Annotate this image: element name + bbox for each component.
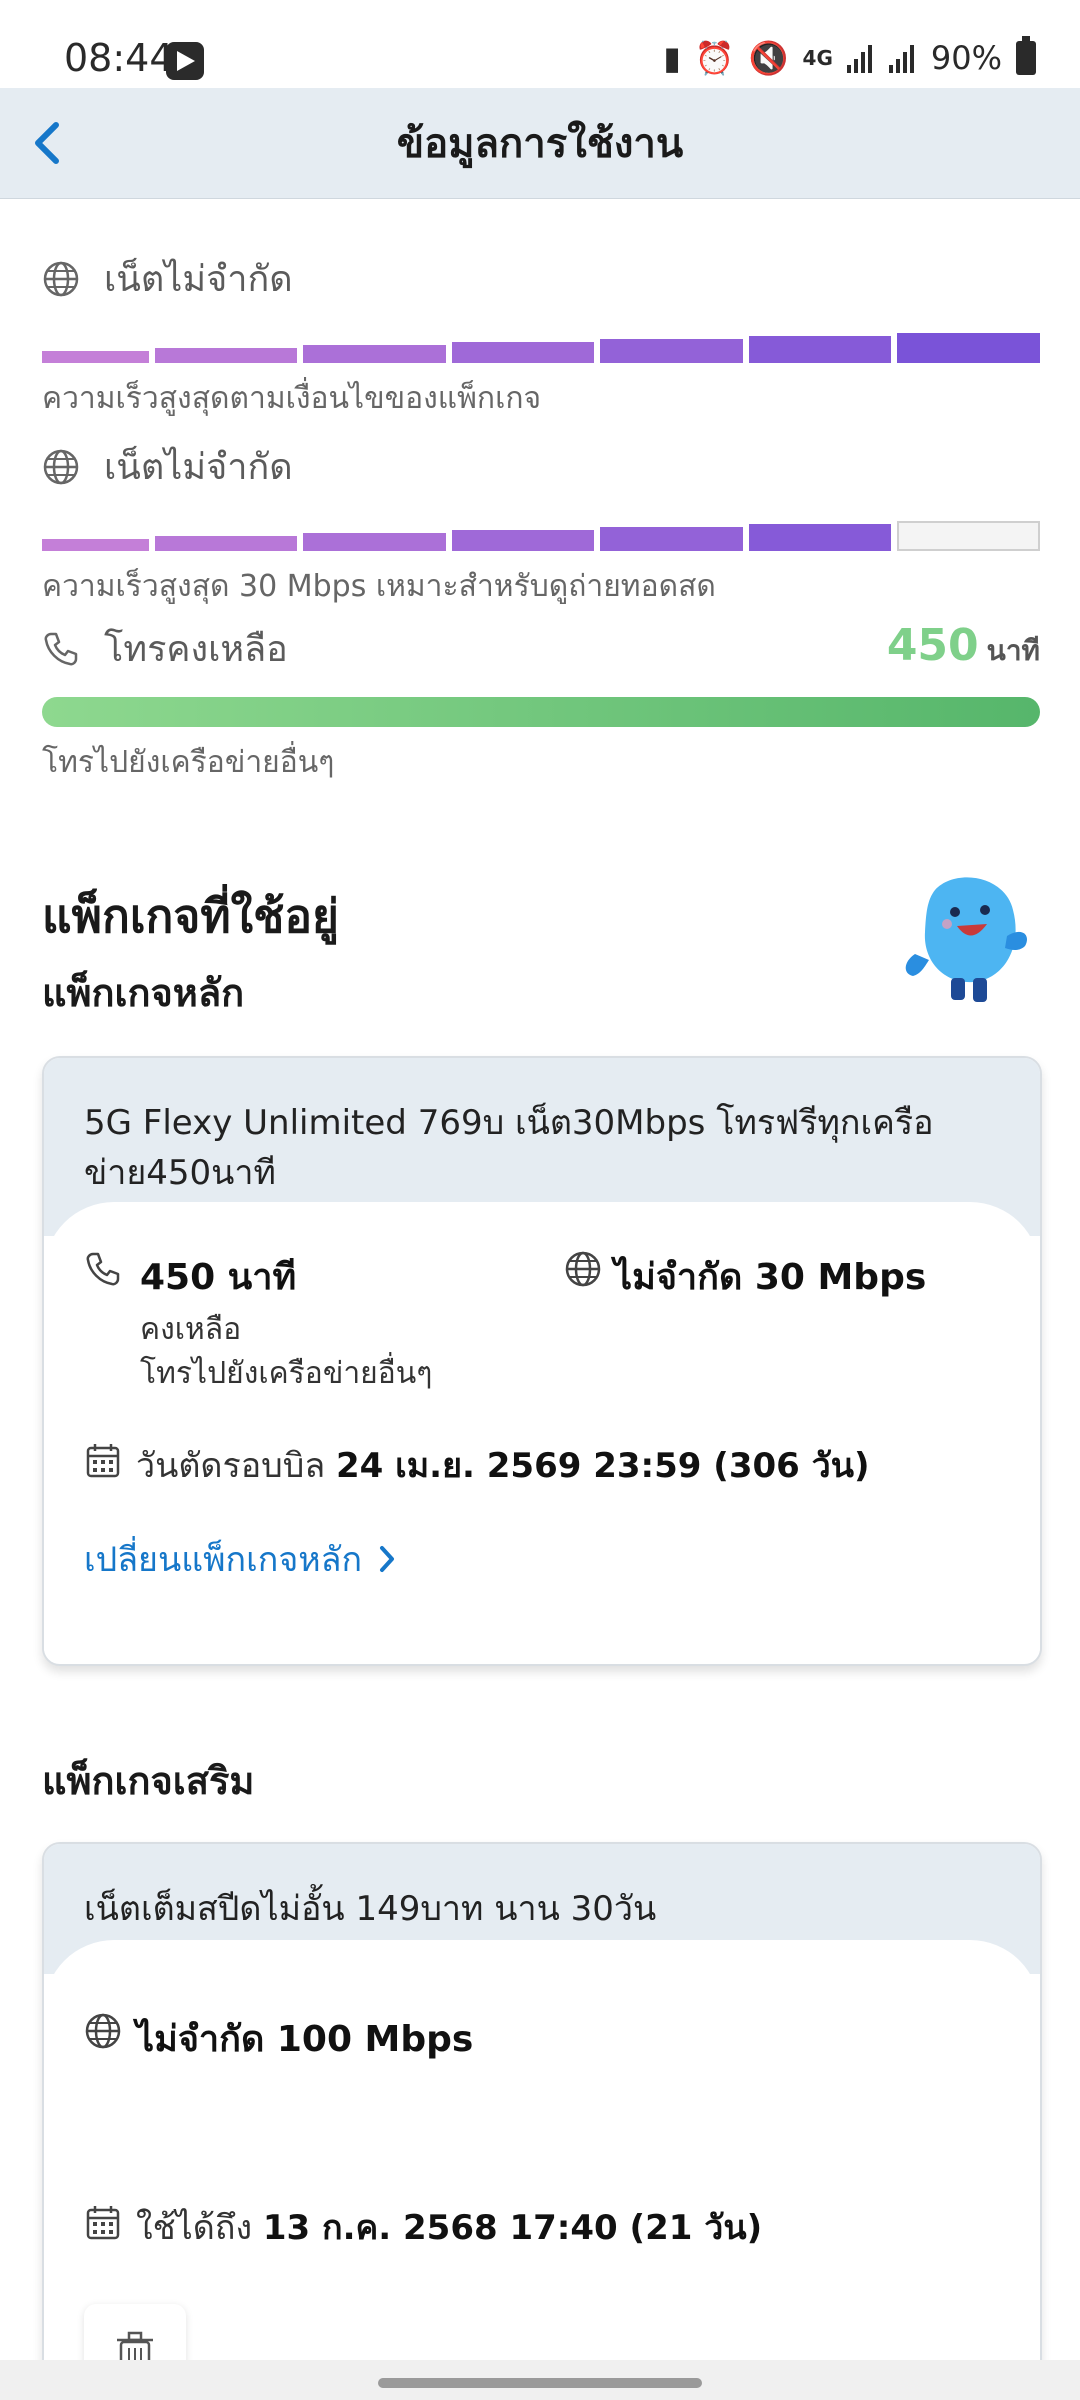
call-value: 450: [886, 620, 979, 671]
addon-valid-info: ใช้ได้ถึง 13 ก.ค. 2568 17:40 (21 วัน): [136, 2200, 762, 2254]
usage-segment: [42, 539, 149, 551]
usage-segment: [600, 339, 743, 363]
back-button[interactable]: [22, 116, 72, 170]
usage-segment: [748, 336, 892, 363]
app-header: ข้อมูลการใช้งาน: [0, 88, 1080, 199]
main-package-title: แพ็กเกจหลัก: [42, 971, 245, 1015]
internet-usage-bar: [42, 517, 1040, 551]
main-call-remaining: คงเหลือ: [140, 1312, 242, 1347]
network-type: 4G: [802, 46, 833, 70]
page-title: ข้อมูลการใช้งาน: [396, 121, 684, 167]
internet-label: เน็ตไม่จำกัด: [104, 447, 293, 488]
call-note: โทรไปยังเครือข่ายอื่นๆ: [42, 745, 335, 780]
billing-value: 24 เม.ย. 2569 23:59 (306 วัน): [336, 1446, 870, 1486]
usage-segment: [897, 521, 1040, 551]
internet-usage-bar: [42, 329, 1040, 363]
main-call-note: โทรไปยังเครือข่ายอื่นๆ: [140, 1356, 433, 1391]
main-package-card: 5G Flexy Unlimited 769บ เน็ต30Mbps โทรฟร…: [42, 1056, 1042, 1666]
change-main-package-label: เปลี่ยนแพ็กเกจหลัก: [84, 1540, 363, 1580]
internet-label: เน็ตไม่จำกัด: [104, 259, 293, 300]
mute-icon: 🔇: [748, 39, 789, 77]
calendar-icon: [86, 2206, 120, 2240]
billing-info: วันตัดรอบบิล 24 เม.ย. 2569 23:59 (306 วั…: [136, 1438, 870, 1492]
call-unit: นาที: [986, 634, 1040, 667]
calendar-icon: [86, 1444, 120, 1478]
battery-percent: 90%: [930, 39, 1002, 77]
packages-title: แพ็กเกจที่ใช้อยู่: [42, 889, 339, 943]
alarm-icon: ⏰: [694, 39, 735, 77]
change-main-package-link[interactable]: เปลี่ยนแพ็กเกจหลัก: [84, 1532, 396, 1586]
battery-saver-icon: ▮: [663, 39, 681, 77]
chevron-left-icon: [35, 122, 59, 164]
usage-segment: [154, 348, 298, 363]
globe-icon: [43, 449, 79, 484]
usage-segment: [897, 333, 1040, 363]
addon-valid-value: 13 ก.ค. 2568 17:40 (21 วัน): [262, 2208, 763, 2248]
globe-icon: [565, 1251, 601, 1287]
usage-segment: [154, 536, 298, 551]
battery-icon: [1016, 36, 1036, 75]
usage-segment: [600, 527, 743, 551]
internet-note: ความเร็วสูงสุด 30 Mbps เหมาะสำหรับดูถ่าย…: [42, 569, 716, 604]
home-handle[interactable]: [378, 2378, 702, 2388]
status-time: 08:44: [64, 36, 174, 80]
gesture-nav-bar: [0, 2360, 1080, 2400]
signal-icon-2: [888, 43, 917, 73]
call-usage-bar: [42, 697, 1040, 727]
usage-segment: [451, 342, 595, 363]
usage-segment: [451, 530, 595, 551]
usage-segment: [42, 351, 149, 363]
call-remaining: 450 นาที: [887, 620, 1040, 673]
usage-internet-1: เน็ตไม่จำกัด ความเร็วสูงสุดตามเงื่อนไขขอ…: [42, 250, 1040, 422]
usage-internet-2: เน็ตไม่จำกัด ความเร็วสูงสุด 30 Mbps เหมา…: [42, 438, 1040, 610]
status-bar: 08:44 ▮ ⏰ 🔇 4G 90%: [0, 0, 1080, 88]
phone-icon: [44, 632, 78, 665]
addon-valid-label: ใช้ได้ถึง: [136, 2208, 253, 2248]
main-call-amount: 450 นาที: [140, 1257, 297, 1298]
addon-package-title: แพ็กเกจเสริม: [42, 1759, 255, 1803]
main-data-amount: ไม่จำกัด 30 Mbps: [614, 1257, 927, 1298]
addon-data-amount: ไม่จำกัด 100 Mbps: [136, 2019, 474, 2060]
app-notification-icon: [166, 42, 204, 80]
addon-package-card: เน็ตเต็มสปีดไม่อั้น 149บาท นาน 30วัน ไม่…: [42, 1842, 1042, 2386]
internet-note: ความเร็วสูงสุดตามเงื่อนไขของแพ็กเกจ: [42, 381, 542, 416]
usage-segment: [748, 524, 892, 551]
usage-segment: [303, 533, 446, 551]
signal-icon: [846, 43, 875, 73]
globe-icon: [85, 2013, 121, 2049]
usage-call: โทรคงเหลือ 450 นาที โทรไปยังเครือข่ายอื่…: [42, 620, 1040, 786]
usage-segment: [303, 345, 446, 363]
billing-label: วันตัดรอบบิล: [136, 1446, 326, 1486]
mascot-image: [905, 877, 1027, 1002]
chevron-right-icon: [380, 1546, 395, 1572]
globe-icon: [43, 261, 79, 296]
phone-icon: [86, 1252, 120, 1286]
call-label: โทรคงเหลือ: [104, 629, 288, 670]
status-icons: ▮ ⏰ 🔇 4G 90%: [663, 36, 1036, 78]
